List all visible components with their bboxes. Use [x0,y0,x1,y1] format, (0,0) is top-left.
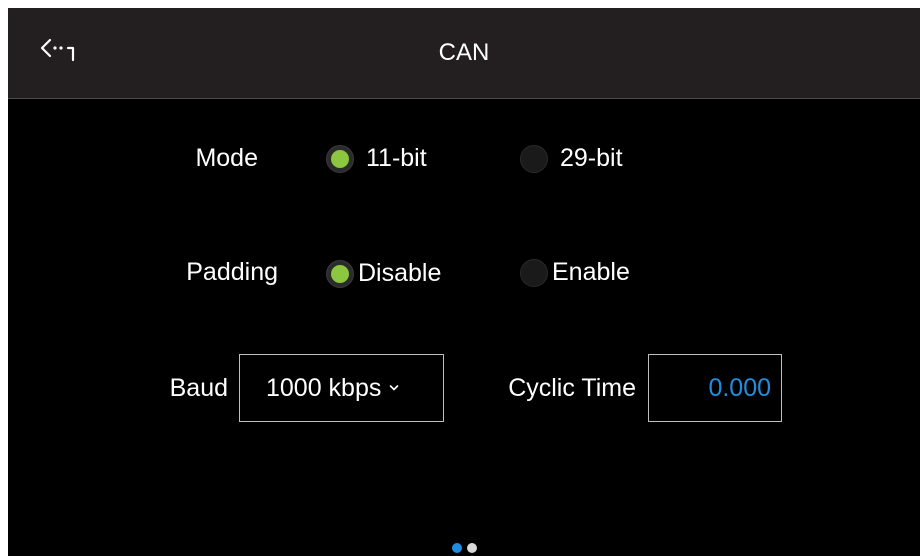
baud-select[interactable]: 1000 kbps [239,354,444,422]
back-button[interactable] [38,30,88,70]
page-dot-1[interactable] [452,543,462,553]
mode-11bit-radio[interactable]: 11-bit [326,144,427,173]
mode-29bit-radio[interactable]: 29-bit [520,144,623,173]
baud-value: 1000 kbps [266,373,382,402]
radio-selected-icon [326,259,354,288]
radio-dot-icon [331,264,349,283]
page-indicator [452,543,477,553]
mode-29bit-label: 29-bit [560,144,623,172]
padding-disable-label: Disable [358,259,442,287]
padding-enable-label: Enable [552,258,630,286]
padding-enable-radio[interactable]: Enable [520,258,630,287]
radio-unselected-icon [520,144,548,173]
mode-label: Mode [195,144,258,172]
padding-label: Padding [186,258,278,286]
radio-unselected-icon [520,258,548,287]
mode-11bit-label: 11-bit [366,144,427,172]
page-dot-2[interactable] [467,543,477,553]
padding-disable-radio[interactable]: Disable [326,259,441,288]
header-bar: CAN [8,8,920,99]
radio-selected-icon [326,144,354,173]
baud-label: Baud [169,374,228,402]
page-title: CAN [438,39,490,66]
can-settings-screen: CAN Mode 11-bit 29-bit Padding Disable E [8,8,920,556]
back-arrow-icon [40,38,75,62]
cyclic-time-input[interactable]: 0.000 [648,354,782,422]
radio-dot-icon [331,149,349,168]
cyclic-time-label: Cyclic Time [508,374,636,402]
chevron-down-icon [390,385,399,391]
